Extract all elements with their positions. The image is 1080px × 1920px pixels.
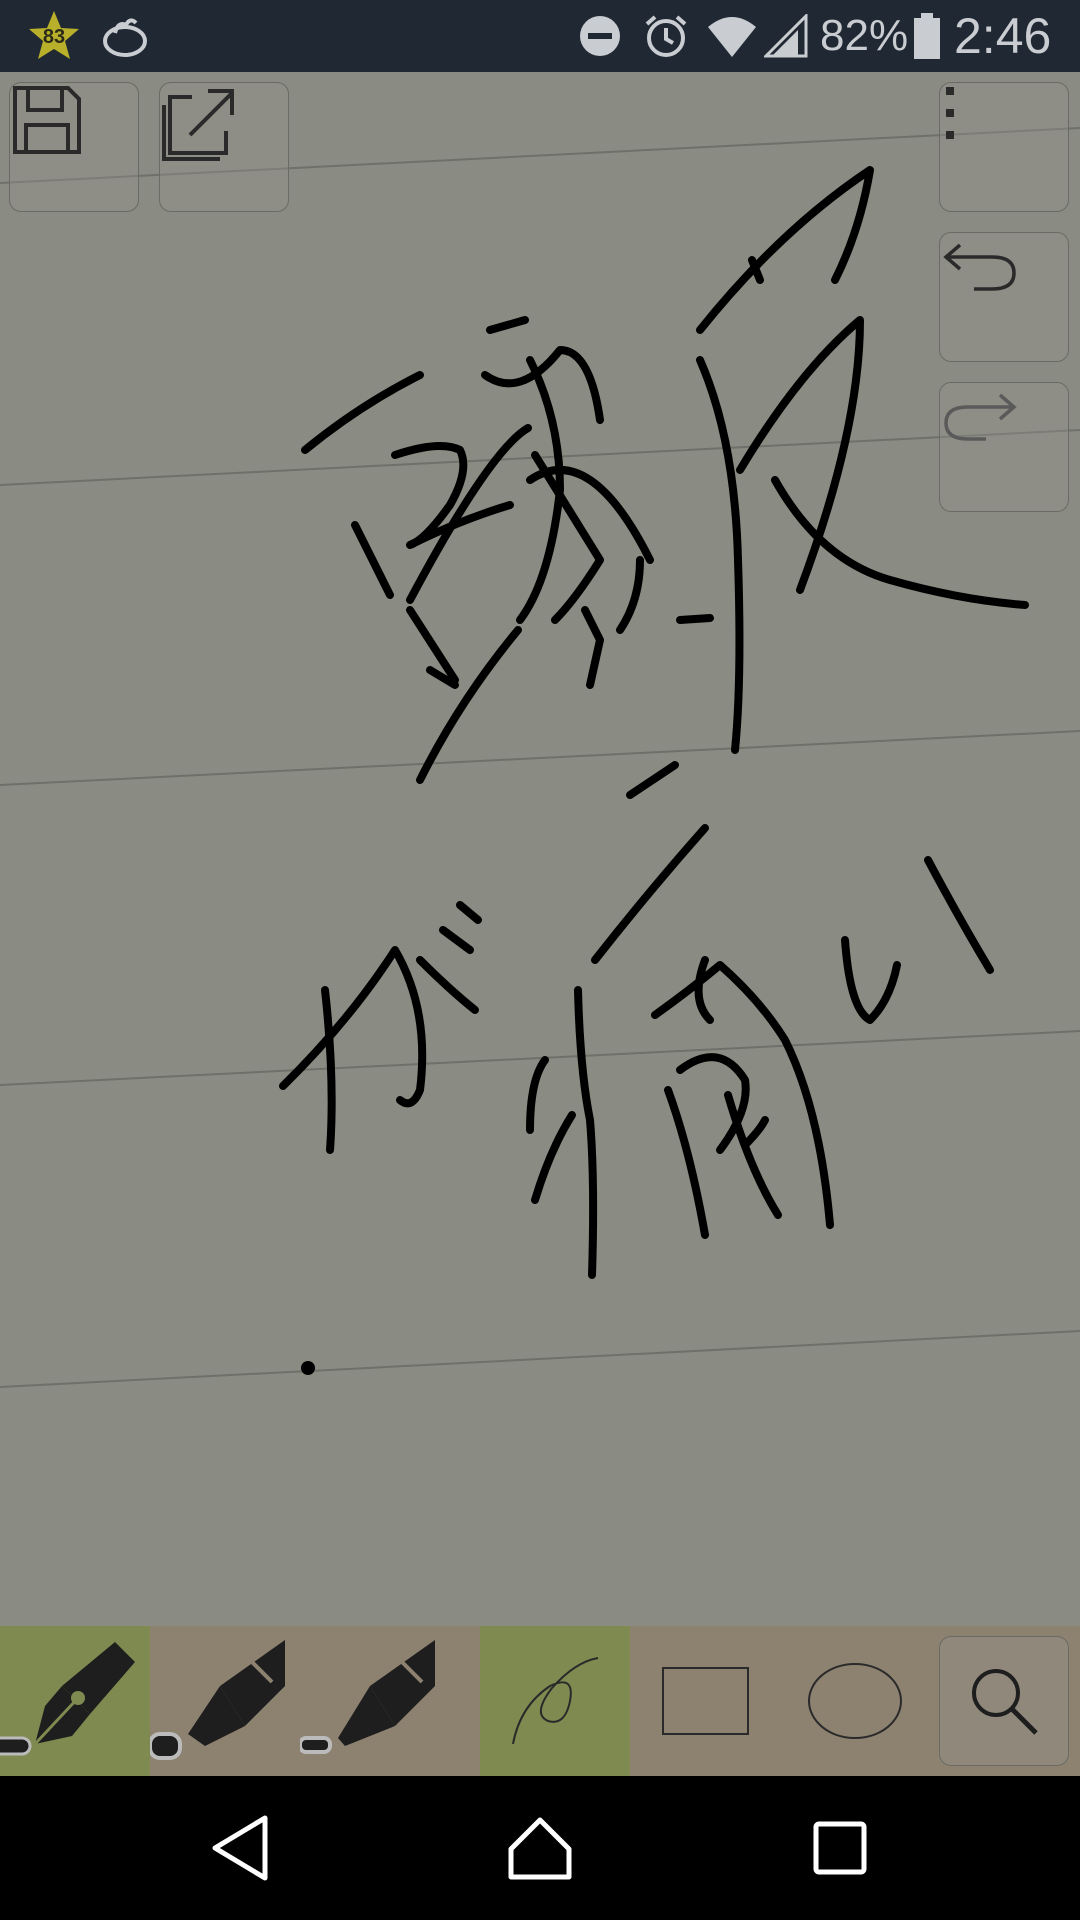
ellipse-icon — [808, 1663, 902, 1739]
back-triangle-icon — [212, 1815, 268, 1881]
alarm-icon — [642, 0, 690, 72]
share-export-icon — [162, 89, 234, 161]
battery-icon — [912, 0, 942, 72]
floppy-disk-icon — [13, 86, 81, 154]
marker-icon — [150, 1640, 285, 1760]
handwriting-strokes — [0, 127, 1080, 1388]
marker-icon — [300, 1640, 435, 1754]
freehand-curve-icon — [512, 1657, 599, 1745]
recents-button[interactable] — [790, 1798, 890, 1898]
more-options-button[interactable] — [939, 82, 1069, 212]
recents-square-icon — [813, 1821, 867, 1875]
navigation-bar — [0, 1776, 1080, 1920]
do-not-disturb-icon — [578, 0, 622, 72]
redo-arrow-icon — [944, 393, 1017, 441]
wifi-icon — [706, 0, 758, 72]
cell-signal-icon — [764, 0, 808, 72]
ruled-lines — [0, 127, 1080, 1388]
fountain-pen-tool[interactable] — [0, 1626, 150, 1776]
export-button[interactable] — [159, 82, 289, 212]
clock: 2:46 — [954, 8, 1052, 64]
marker-thick-tool[interactable] — [150, 1626, 300, 1776]
undo-arrow-icon — [943, 243, 1016, 291]
vertical-dots-icon — [946, 87, 954, 139]
save-button[interactable] — [9, 82, 139, 212]
undo-button[interactable] — [939, 232, 1069, 362]
app-notification-icon — [100, 0, 150, 72]
drawing-canvas[interactable] — [0, 72, 1080, 1626]
ink — [279, 166, 1029, 1279]
rectangle-tool[interactable] — [630, 1626, 780, 1776]
notification-badge-count: 83 — [42, 26, 66, 48]
status-bar: 83 82% 2:46 — [0, 0, 1080, 72]
tool-bar — [0, 1626, 1080, 1776]
freehand-tool[interactable] — [480, 1626, 630, 1776]
ellipse-tool[interactable] — [780, 1626, 930, 1776]
home-icon — [508, 1817, 572, 1880]
redo-button[interactable] — [939, 382, 1069, 512]
battery-percent: 82% — [820, 11, 909, 60]
back-button[interactable] — [190, 1798, 290, 1898]
rectangle-icon — [662, 1667, 749, 1735]
fountain-pen-icon — [0, 1642, 135, 1756]
home-button[interactable] — [490, 1798, 590, 1898]
ink-dot — [301, 1361, 315, 1375]
magnifier-icon — [972, 1669, 1038, 1735]
zoom-button[interactable] — [939, 1636, 1069, 1766]
marker-thin-tool[interactable] — [300, 1626, 450, 1776]
